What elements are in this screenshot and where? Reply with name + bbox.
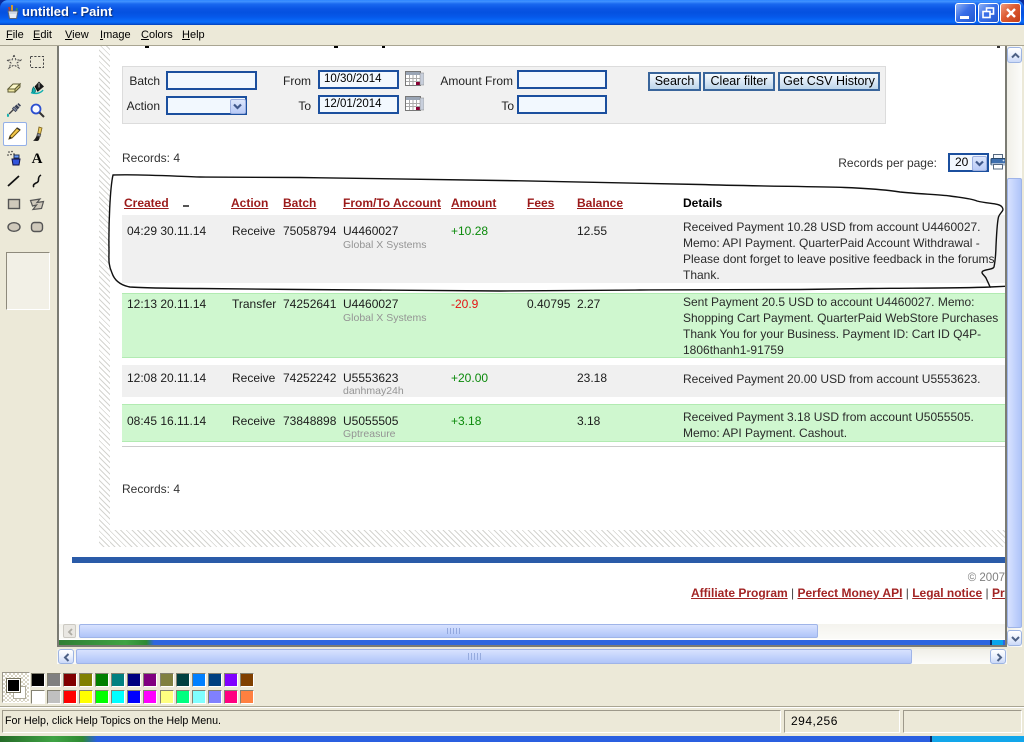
svg-text:A: A xyxy=(32,151,43,166)
